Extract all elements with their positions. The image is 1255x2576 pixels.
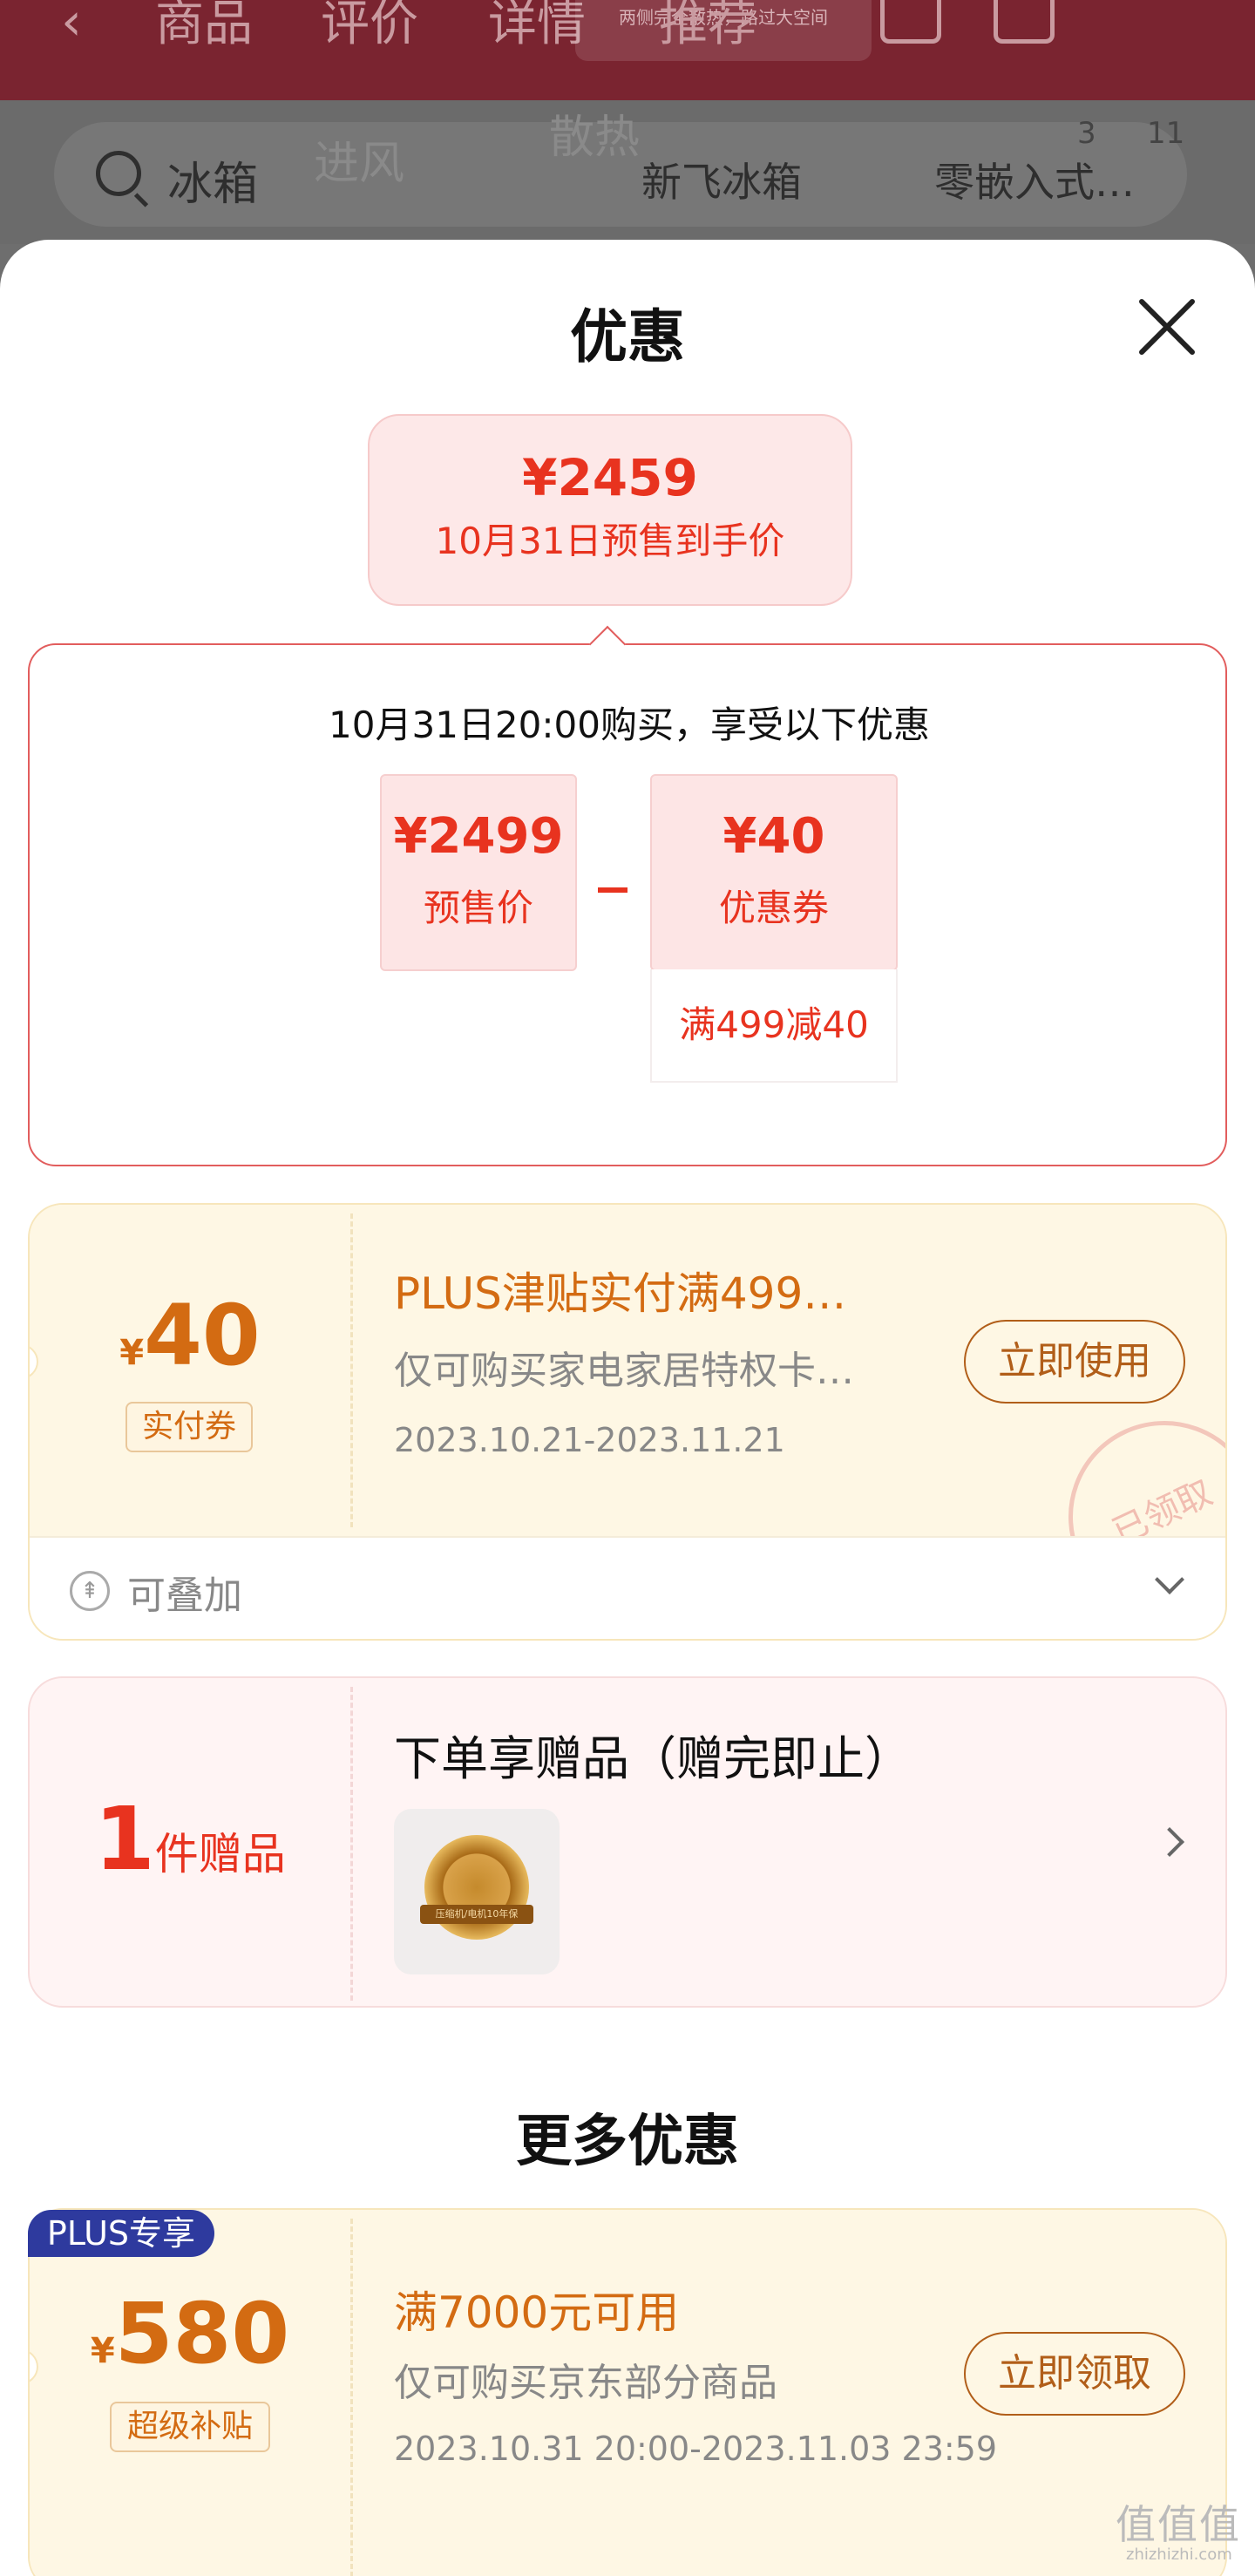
final-price-bubble: ¥2459 10月31日预售到手价 — [368, 414, 852, 606]
back-icon[interactable]: ‹ — [61, 0, 82, 48]
search-icon — [96, 151, 141, 196]
sheet-title: 优惠 — [570, 303, 685, 370]
coupon-main: ¥40 实付券 PLUS津贴实付满499… 仅可购买家电家居特权卡… 2023.… — [30, 1205, 1225, 1639]
coupon-amount-value: 580 — [114, 2285, 290, 2382]
coupon-divider — [350, 1213, 353, 1527]
coupon-title: PLUS津贴实付满499… — [394, 1268, 847, 1319]
coupon-main: ¥580 超级补贴 满7000元可用 仅可购买京东部分商品 2023.10.31… — [30, 2210, 1225, 2576]
presale-price-label: 预售价 — [423, 887, 533, 929]
search-text: 冰箱 — [167, 159, 259, 211]
gift-count-number: 1 — [94, 1788, 155, 1890]
close-icon[interactable] — [1133, 292, 1203, 362]
chevron-down-icon[interactable] — [1155, 1565, 1184, 1594]
discount-sheet: 优惠 ¥2459 10月31日预售到手价 10月31日20:00购买，享受以下优… — [0, 240, 1255, 2576]
coupon-card-plus-allowance: ¥40 实付券 PLUS津贴实付满499… 仅可购买家电家居特权卡… 2023.… — [28, 1203, 1227, 1641]
coupon-value: ¥40 — [722, 808, 825, 865]
coupon-type-badge: 超级补贴 — [110, 2402, 270, 2452]
claim-now-button[interactable]: 立即领取 — [964, 2332, 1185, 2416]
coupon-validity: 2023.10.31 20:00-2023.11.03 23:59 — [394, 2430, 998, 2468]
gift-count-unit: 件赠品 — [154, 1829, 286, 1879]
stack-icon: ⇞ — [70, 1571, 110, 1611]
gift-thumbnail[interactable]: 压缩机/电机10年保 — [394, 1809, 560, 1974]
coupon-divider — [350, 2219, 353, 2576]
tab-recommend[interactable]: 推荐 — [659, 0, 756, 49]
gift-item-label: 压缩机/电机10年保 — [420, 1905, 533, 1924]
coupon-note: 仅可购买家电家居特权卡… — [394, 1349, 854, 1393]
overlay-word-cooling: 散热 — [549, 112, 641, 164]
gift-count: 1件赠品 — [30, 1791, 350, 1887]
coupon-title: 满7000元可用 — [394, 2287, 680, 2338]
currency-symbol: ¥ — [119, 1333, 145, 1373]
stackable-label: 可叠加 — [127, 1573, 242, 1618]
tab-reviews[interactable]: 评价 — [321, 0, 418, 49]
use-now-button[interactable]: 立即使用 — [964, 1320, 1185, 1404]
chevron-right-icon[interactable] — [1155, 1827, 1184, 1857]
plus-exclusive-tag: PLUS专享 — [28, 2210, 214, 2257]
coupon-type-badge: 实付券 — [126, 1402, 253, 1452]
warranty-medal-icon — [424, 1835, 529, 1940]
coupon-value-box: ¥40 优惠券 — [650, 774, 898, 971]
search-chip[interactable]: 零嵌入式… — [934, 151, 1135, 208]
gift-card[interactable]: 1件赠品 下单享赠品（赠完即止） 压缩机/电机10年保 — [28, 1676, 1227, 2008]
coupon-note: 仅可购买京东部分商品 — [394, 2361, 777, 2405]
price-breakdown: 10月31日20:00购买，享受以下优惠 ¥2499 预售价 ¥40 优惠券 满… — [28, 625, 1227, 1166]
breakdown-description: 10月31日20:00购买，享受以下优惠 — [329, 703, 930, 746]
tab-details[interactable]: 详情 — [488, 0, 586, 49]
gift-divider — [350, 1687, 353, 2001]
coupon-amount: ¥40 — [30, 1292, 350, 1379]
more-offers-title: 更多优惠 — [516, 2110, 739, 2174]
coupon-validity: 2023.10.21-2023.11.21 — [394, 1421, 785, 1459]
search-chip[interactable]: 新飞冰箱 — [641, 151, 802, 208]
watermark-logo: 值值值 — [1116, 2501, 1241, 2548]
search-area: 进风 散热 冰箱 新飞冰箱 零嵌入式… 3 11 — [0, 100, 1255, 244]
presale-price-value: ¥2499 — [393, 808, 564, 865]
coupon-amount: ¥580 — [30, 2290, 350, 2377]
breakdown-pointer — [588, 625, 627, 663]
help-icon[interactable] — [994, 0, 1055, 44]
coupon-amount-value: 40 — [144, 1287, 261, 1384]
tab-product[interactable]: 商品 — [155, 0, 253, 49]
message-count: 11 — [1147, 116, 1185, 151]
gift-title: 下单享赠品（赠完即止） — [394, 1731, 912, 1786]
final-price-amount: ¥2459 — [522, 448, 698, 507]
final-price-label: 10月31日预售到手价 — [435, 520, 785, 562]
coupon-label: 优惠券 — [718, 887, 829, 929]
product-header: ‹ 商品 评价 详情 两侧完全散热，路过大空间 推荐 — [0, 0, 1255, 100]
coupon-condition: 满499减40 — [650, 969, 898, 1083]
currency-symbol: ¥ — [90, 2331, 115, 2371]
minus-sign — [598, 887, 628, 893]
cart-count: 3 — [1077, 116, 1096, 151]
presale-price-box: ¥2499 预售价 — [380, 774, 577, 971]
overlay-word-intake: 进风 — [314, 138, 405, 190]
favorite-icon[interactable] — [880, 0, 941, 44]
coupon-footer[interactable]: ⇞ 可叠加 — [30, 1536, 1225, 1639]
watermark-url: zhizhizhi.com — [1126, 2545, 1232, 2564]
coupon-card-super-subsidy: ¥580 超级补贴 满7000元可用 仅可购买京东部分商品 2023.10.31… — [28, 2208, 1227, 2576]
